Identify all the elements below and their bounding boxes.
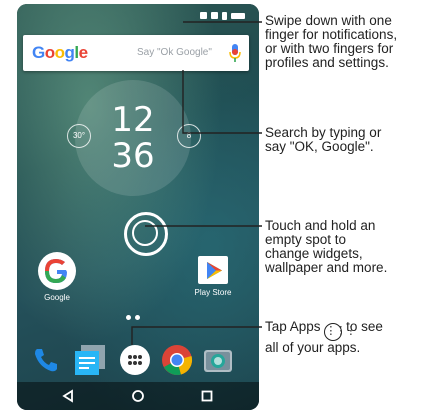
annotation-apps-text-a: Tap Apps (265, 319, 321, 334)
annotation-apps-line2: all of your apps. (265, 340, 361, 355)
annotation-apps: Tap Apps ⋮⋮⋮ to see all of your apps. (265, 320, 383, 355)
page: { "search": {"brand": "Google", "placeho… (0, 0, 424, 411)
annotation-touch-hold: Touch and hold an empty spot to change w… (265, 218, 388, 275)
annotation-notifications: Swipe down with one finger for notificat… (265, 13, 398, 70)
annotation-apps-text-b: to see (346, 319, 383, 334)
annotation-search: Search by typing or say "OK, Google". (265, 125, 382, 154)
apps-button-glyph-icon: ⋮⋮⋮ (324, 323, 356, 341)
